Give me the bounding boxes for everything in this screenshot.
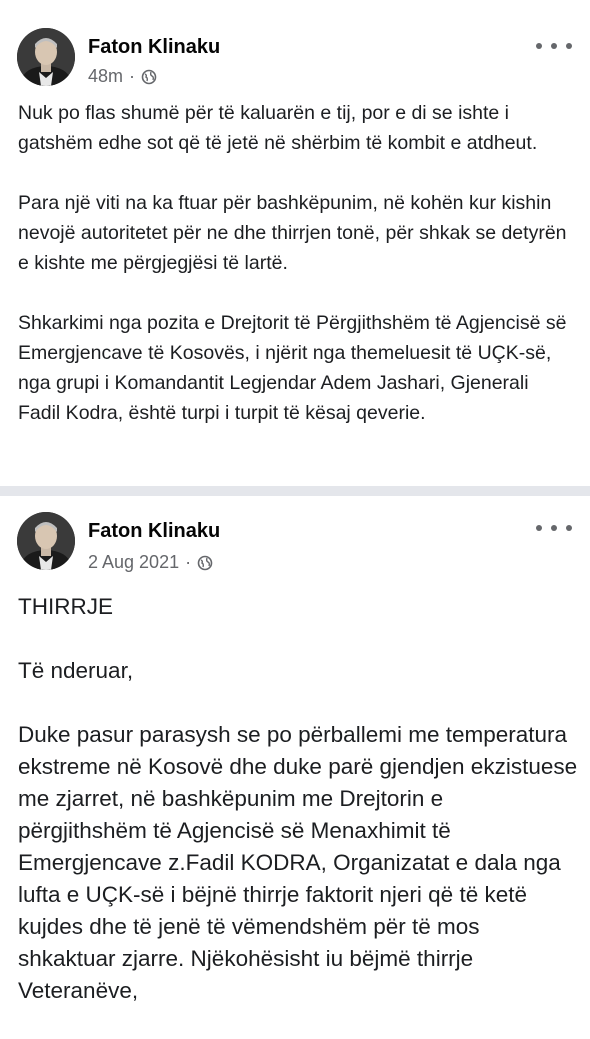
post-meta: 2 Aug 2021 · <box>88 552 213 573</box>
post-timestamp[interactable]: 48m <box>88 66 123 87</box>
globe-icon <box>141 69 157 85</box>
post-paragraph: Duke pasur parasysh se po përballemi me … <box>18 722 578 1003</box>
avatar-image <box>17 512 75 570</box>
post-text: THIRRJE Të nderuar, Duke pasur parasysh … <box>18 591 578 1039</box>
dot <box>551 43 557 49</box>
dot <box>566 43 572 49</box>
post-paragraph: Shkarkimi nga pozita e Drejtorit të Përg… <box>18 312 567 424</box>
dot <box>566 525 572 531</box>
post-card: Faton Klinaku 2 Aug 2021 · THIRRJE Të nd… <box>0 496 590 1024</box>
author-name[interactable]: Faton Klinaku <box>88 520 220 543</box>
globe-icon <box>197 555 213 571</box>
dot <box>551 525 557 531</box>
post-text: Nuk po flas shumë për të kaluarën e tij,… <box>18 98 574 458</box>
post-timestamp[interactable]: 2 Aug 2021 <box>88 552 179 573</box>
post-card: Faton Klinaku 48m · Nuk po flas shumë pë… <box>0 0 590 486</box>
avatar-image <box>17 28 75 86</box>
post-paragraph: Para një viti na ka ftuar për bashkëpuni… <box>18 192 567 274</box>
more-options-icon[interactable] <box>536 518 572 538</box>
avatar[interactable] <box>17 28 75 86</box>
meta-separator: · <box>185 552 192 572</box>
more-options-icon[interactable] <box>536 36 572 56</box>
author-name[interactable]: Faton Klinaku <box>88 36 220 59</box>
post-separator <box>0 486 590 496</box>
post-paragraph: THIRRJE <box>18 594 113 619</box>
meta-separator: · <box>129 66 136 86</box>
dot <box>536 525 542 531</box>
avatar[interactable] <box>17 512 75 570</box>
post-meta: 48m · <box>88 66 157 87</box>
post-paragraph: Nuk po flas shumë për të kaluarën e tij,… <box>18 102 538 154</box>
dot <box>536 43 542 49</box>
post-paragraph: Të nderuar, <box>18 658 134 683</box>
